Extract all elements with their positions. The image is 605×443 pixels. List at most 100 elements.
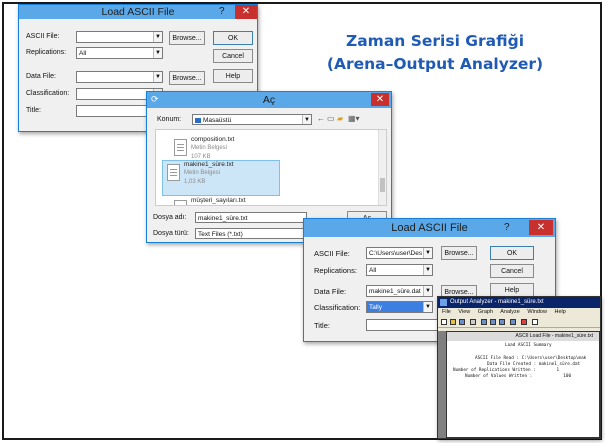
browse-button[interactable]: Browse... — [169, 71, 205, 85]
filename-value: makine1_süre.txt — [198, 215, 248, 222]
classification-value: Tally — [369, 304, 383, 311]
title-label: Title: — [314, 321, 330, 330]
replications-select[interactable]: All ▼ — [76, 47, 163, 59]
replications-label: Replications: — [314, 266, 357, 275]
summary-title: Load ASCII Summary — [505, 343, 552, 348]
data-file-value: makine1_süre.dat — [369, 288, 421, 295]
summary-line: Number of Replications Written : 1 — [453, 368, 560, 373]
scrollbar-thumb[interactable] — [380, 178, 385, 192]
help-icon[interactable] — [532, 319, 538, 325]
window-title: Aç — [262, 94, 276, 106]
help-icon[interactable]: ? — [504, 222, 510, 233]
chevron-down-icon[interactable]: ▼ — [153, 72, 162, 82]
help-button[interactable]: Help — [490, 283, 534, 297]
title-input[interactable] — [366, 319, 446, 331]
chevron-down-icon[interactable]: ▼ — [423, 265, 432, 275]
summary-line: ASCII File Read : C:\Users\user\Desktop\… — [475, 356, 587, 361]
play-icon[interactable] — [521, 319, 527, 325]
filename-label: Dosya adı: — [153, 214, 187, 221]
new-icon[interactable] — [441, 319, 447, 325]
open-icon[interactable] — [450, 319, 456, 325]
browse-button[interactable]: Browse... — [169, 31, 205, 45]
replications-select[interactable]: All ▼ — [366, 264, 433, 276]
help-icon[interactable]: ? — [219, 6, 225, 17]
filetype-select[interactable]: Text Files (*.txt) — [195, 228, 307, 239]
window-title: Load ASCII File — [391, 222, 468, 234]
view-menu-icon[interactable]: ▦▾ — [348, 114, 360, 123]
new-folder-icon[interactable]: ▰ — [337, 114, 343, 123]
slide-title: Zaman Serisi Grafiği (Arena–Output Analy… — [300, 30, 570, 76]
titlebar: Load ASCII File ? ✕ — [304, 219, 555, 237]
file-size: 1,03 KB — [184, 179, 206, 185]
classification-label: Classification: — [314, 303, 361, 312]
menu-analyze[interactable]: Analyze — [500, 309, 520, 315]
save-icon[interactable] — [459, 319, 465, 325]
toolbar — [438, 317, 600, 328]
titlebar: ⟳ Aç ✕ — [147, 92, 391, 108]
browse-button[interactable]: Browse... — [441, 246, 477, 260]
filetype-label: Dosya türü: — [153, 230, 189, 237]
ascii-file-select[interactable]: C:\Users\user\Des ▼ — [366, 247, 433, 259]
file-name: müşteri_sayıları.txt — [191, 197, 246, 204]
graph-icon[interactable] — [481, 319, 487, 325]
location-select[interactable]: Masaüstü ▼ — [192, 114, 312, 125]
slide-title-line2: (Arena–Output Analyzer) — [326, 55, 544, 73]
menu-window[interactable]: Window — [527, 309, 547, 315]
window-title: Output Analyzer - makine1_süre.txt — [450, 299, 544, 305]
menu-file[interactable]: File — [442, 309, 451, 315]
title-label: Title: — [26, 107, 41, 114]
replications-value: All — [79, 50, 87, 57]
chevron-down-icon[interactable]: ▼ — [423, 248, 432, 258]
chevron-down-icon[interactable]: ▼ — [423, 286, 432, 296]
filename-input[interactable]: makine1_süre.txt — [195, 212, 307, 223]
data-file-select[interactable]: makine1_süre.dat ▼ — [366, 285, 433, 297]
close-button[interactable]: ✕ — [371, 93, 389, 106]
replications-value: All — [369, 267, 377, 274]
close-button[interactable]: ✕ — [235, 5, 257, 19]
replications-label: Replications: — [26, 49, 67, 56]
chevron-down-icon[interactable]: ▼ — [423, 302, 432, 312]
chevron-down-icon[interactable]: ▼ — [153, 48, 162, 58]
chart-icon[interactable] — [490, 319, 496, 325]
filetype-value: Text Files (*.txt) — [198, 231, 243, 238]
summary-line: Data File Created : makine1_süre.dat — [487, 362, 581, 367]
print-icon[interactable] — [470, 319, 476, 325]
help-button[interactable]: Help — [213, 69, 253, 83]
location-label: Konum: — [157, 116, 182, 123]
menu-view[interactable]: View — [458, 309, 470, 315]
ascii-file-select[interactable]: ▼ — [76, 31, 163, 43]
text-file-icon — [167, 164, 180, 181]
up-folder-icon[interactable]: ▭ — [327, 114, 335, 123]
cancel-button[interactable]: Cancel — [490, 264, 534, 278]
histogram-icon[interactable] — [499, 319, 505, 325]
classification-select[interactable]: Tally ▼ — [366, 301, 433, 313]
ascii-load-child-window: ASCII Load File - makine1_süre.txt Load … — [446, 331, 600, 438]
file-type: Metin Belgesi — [184, 170, 221, 176]
text-file-icon — [174, 139, 187, 156]
menu-help[interactable]: Help — [555, 309, 566, 315]
file-type: Metin Belgesi — [191, 145, 228, 151]
menu-graph[interactable]: Graph — [478, 309, 493, 315]
folder-icon — [195, 117, 201, 123]
file-list: composition.txt Metin Belgesi 107 KB mak… — [155, 129, 387, 206]
list-item-selected[interactable]: makine1_süre.txt Metin Belgesi 1,03 KB — [162, 160, 280, 196]
menu-bar: File View Graph Analyze Window Help — [438, 308, 600, 317]
ok-button[interactable]: OK — [213, 31, 253, 45]
ascii-file-value: C:\Users\user\Des — [369, 250, 423, 257]
chevron-down-icon[interactable]: ▼ — [153, 32, 162, 42]
ascii-file-label: ASCII File: — [314, 249, 350, 258]
ascii-file-label: ASCII File: — [26, 33, 60, 40]
cancel-button[interactable]: Cancel — [213, 49, 253, 63]
chevron-down-icon[interactable]: ▼ — [302, 115, 311, 124]
ok-button[interactable]: OK — [490, 246, 534, 260]
child-window-title: ASCII Load File - makine1_süre.txt — [447, 332, 599, 341]
scrollbar[interactable] — [378, 130, 386, 205]
table-icon[interactable] — [510, 319, 516, 325]
output-analyzer-window: Output Analyzer - makine1_süre.txt File … — [437, 296, 601, 439]
file-name: makine1_süre.txt — [184, 161, 234, 168]
app-icon — [440, 299, 447, 306]
back-icon[interactable]: ← — [317, 114, 325, 123]
list-item[interactable]: müşteri_sayıları.txt Metin Belgesi — [174, 197, 386, 205]
data-file-select[interactable]: ▼ — [76, 71, 163, 83]
close-button[interactable]: ✕ — [529, 220, 553, 235]
